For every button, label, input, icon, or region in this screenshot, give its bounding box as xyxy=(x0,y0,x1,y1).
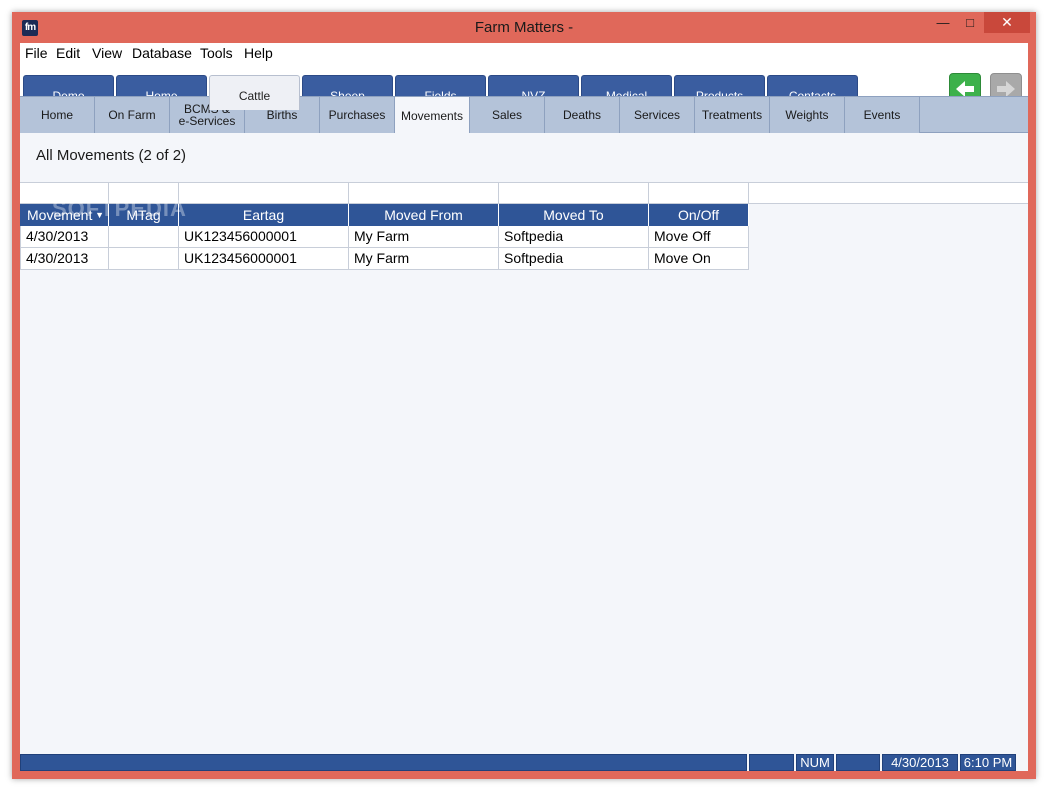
title-bar[interactable]: fm Farm Matters - — □ ✕ xyxy=(12,12,1036,43)
filter-mtag[interactable] xyxy=(109,183,179,203)
subtab-events[interactable]: Events xyxy=(845,97,920,133)
client-area: File Edit View Database Tools Help Demo … xyxy=(20,43,1028,771)
subtab-deaths[interactable]: Deaths xyxy=(545,97,620,133)
module-tabs: Demo Home Cattle Sheep Fields NVZ Medica… xyxy=(20,63,1028,110)
cell-on-off[interactable]: Move Off xyxy=(649,226,749,248)
status-panel-blank xyxy=(836,754,880,771)
col-header-on-off[interactable]: On/Off xyxy=(649,204,749,226)
menu-view[interactable]: View xyxy=(92,45,122,61)
col-header-mtag[interactable]: MTag xyxy=(109,204,179,226)
cell-eartag[interactable]: UK123456000001 xyxy=(179,248,349,270)
cell-moved-from[interactable]: My Farm xyxy=(349,248,499,270)
filter-eartag[interactable] xyxy=(179,183,349,203)
col-header-label: Movement xyxy=(27,207,93,223)
subtab-purchases[interactable]: Purchases xyxy=(320,97,395,133)
cell-movement[interactable]: 4/30/2013 xyxy=(20,226,109,248)
cell-movement[interactable]: 4/30/2013 xyxy=(20,248,109,270)
cattle-subtabs: Home On Farm BCMS & e-Services Births Pu… xyxy=(20,96,1028,134)
menu-help[interactable]: Help xyxy=(244,45,273,61)
tab-cattle[interactable]: Cattle xyxy=(209,75,300,110)
window-title: Farm Matters - xyxy=(474,19,574,36)
status-date: 4/30/2013 xyxy=(882,754,958,771)
subtab-sales[interactable]: Sales xyxy=(470,97,545,133)
cell-on-off[interactable]: Move On xyxy=(649,248,749,270)
col-header-eartag[interactable]: Eartag xyxy=(179,204,349,226)
sort-desc-icon: ▼ xyxy=(95,210,104,220)
maximize-button[interactable]: □ xyxy=(957,12,983,33)
cell-moved-from[interactable]: My Farm xyxy=(349,226,499,248)
status-time: 6:10 PM xyxy=(960,754,1016,771)
cell-mtag[interactable] xyxy=(109,226,179,248)
menu-bar: File Edit View Database Tools Help xyxy=(20,43,1028,63)
cell-moved-to[interactable]: Softpedia xyxy=(499,248,649,270)
app-window: fm Farm Matters - — □ ✕ File Edit View D… xyxy=(12,12,1036,779)
status-panel-blank xyxy=(749,754,794,771)
col-header-moved-to[interactable]: Moved To xyxy=(499,204,649,226)
status-bar: NUM 4/30/2013 6:10 PM xyxy=(20,754,1028,771)
filter-movement[interactable] xyxy=(20,183,109,203)
page-title: All Movements (2 of 2) xyxy=(36,147,187,164)
close-button[interactable]: ✕ xyxy=(984,12,1030,33)
subtab-on-farm[interactable]: On Farm xyxy=(95,97,170,133)
col-header-movement[interactable]: Movement ▼ xyxy=(20,204,109,226)
status-num: NUM xyxy=(796,754,834,771)
cell-mtag[interactable] xyxy=(109,248,179,270)
status-message-panel xyxy=(20,754,747,771)
subtab-weights[interactable]: Weights xyxy=(770,97,845,133)
filter-moved-to[interactable] xyxy=(499,183,649,203)
menu-file[interactable]: File xyxy=(25,45,48,61)
subtab-services[interactable]: Services xyxy=(620,97,695,133)
subtab-home[interactable]: Home xyxy=(20,97,95,133)
cell-moved-to[interactable]: Softpedia xyxy=(499,226,649,248)
filter-on-off[interactable] xyxy=(649,183,749,203)
filter-moved-from[interactable] xyxy=(349,183,499,203)
menu-tools[interactable]: Tools xyxy=(200,45,233,61)
subtab-movements[interactable]: Movements xyxy=(395,97,470,134)
cell-eartag[interactable]: UK123456000001 xyxy=(179,226,349,248)
menu-database[interactable]: Database xyxy=(132,45,192,61)
menu-edit[interactable]: Edit xyxy=(56,45,80,61)
minimize-button[interactable]: — xyxy=(930,12,956,33)
col-header-moved-from[interactable]: Moved From xyxy=(349,204,499,226)
subtab-treatments[interactable]: Treatments xyxy=(695,97,770,133)
filter-row xyxy=(20,182,1028,204)
movements-panel: All Movements (2 of 2) Movement ▼ MTag E… xyxy=(20,133,1028,754)
